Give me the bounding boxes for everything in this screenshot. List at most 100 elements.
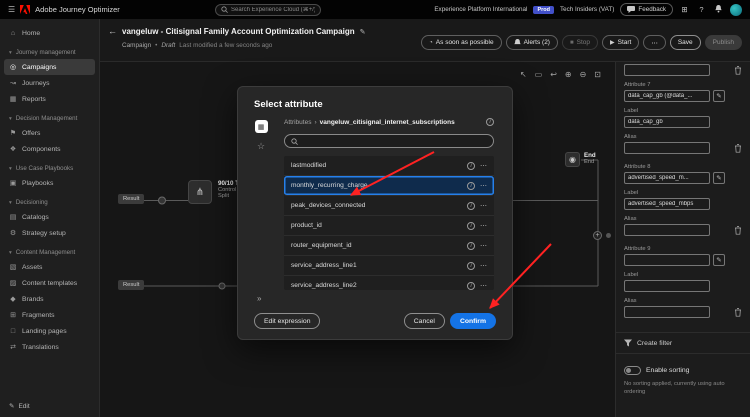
hamburger-menu-icon[interactable]: ☰: [8, 5, 15, 14]
sidebar-section-decisioning[interactable]: ▾ Decisioning: [4, 196, 95, 209]
sidebar-item-home[interactable]: ⌂ Home: [4, 25, 95, 41]
info-icon[interactable]: i: [486, 118, 494, 126]
sidebar-item-fragments[interactable]: ⊞ Fragments: [4, 307, 95, 323]
alias-field[interactable]: [624, 224, 710, 236]
apps-icon[interactable]: ⊞: [679, 5, 690, 14]
favorites-star-icon[interactable]: ☆: [257, 141, 265, 152]
sidebar-item-offers[interactable]: ⚑ Offers: [4, 125, 95, 141]
sidebar-item-strategy-setup[interactable]: ⚙ Strategy setup: [4, 225, 95, 241]
attribute-picker-icon[interactable]: ✎: [713, 90, 725, 102]
sidebar-section-content-management[interactable]: ▾ Content Management: [4, 246, 95, 259]
feedback-button[interactable]: Feedback: [620, 3, 673, 16]
marquee-tool-icon[interactable]: ▭: [535, 70, 543, 79]
label-field[interactable]: [624, 198, 710, 210]
label-field[interactable]: [624, 280, 710, 292]
attribute-row[interactable]: service_address_line1 i ⋯: [284, 256, 494, 276]
attribute-search-input[interactable]: [302, 137, 487, 145]
attribute-row[interactable]: lastmodified i ⋯: [284, 156, 494, 176]
global-search-input[interactable]: [231, 6, 315, 13]
sidebar-item-journeys[interactable]: ↝ Journeys: [4, 75, 95, 91]
sidebar-item-playbooks[interactable]: ▣ Playbooks: [4, 175, 95, 191]
fit-to-screen-icon[interactable]: ⊡: [594, 70, 601, 79]
alias-field[interactable]: [624, 64, 710, 76]
clock-icon: ◔: [429, 39, 433, 46]
result-node[interactable]: Result: [118, 280, 145, 290]
sidebar-item-reports[interactable]: ▦ Reports: [4, 91, 95, 107]
add-node-button[interactable]: +: [593, 231, 602, 240]
sidebar-section-journey-management[interactable]: ▾ Journey management: [4, 46, 95, 59]
sidebar-item-brands[interactable]: ◆ Brands: [4, 291, 95, 307]
info-icon[interactable]: i: [467, 221, 475, 230]
info-icon[interactable]: i: [467, 201, 475, 210]
attribute-value-field[interactable]: [624, 90, 710, 102]
pointer-tool-icon[interactable]: ↖: [520, 70, 527, 79]
sidebar-item-components[interactable]: ❖ Components: [4, 141, 95, 157]
attribute-row[interactable]: peak_devices_connected i ⋯: [284, 196, 494, 216]
attribute-value-field[interactable]: [624, 254, 710, 266]
org-switcher[interactable]: Experience Platform International: [434, 6, 527, 13]
info-icon[interactable]: i: [467, 181, 475, 190]
cancel-button[interactable]: Cancel: [403, 313, 445, 329]
undo-icon[interactable]: ↩: [550, 70, 557, 79]
alerts-button[interactable]: Alerts (2): [505, 35, 558, 50]
sidebar-item-landing-pages[interactable]: □ Landing pages: [4, 323, 95, 339]
info-icon[interactable]: i: [467, 281, 475, 290]
info-icon[interactable]: i: [467, 161, 475, 170]
sidebar-item-campaigns[interactable]: ◎ Campaigns: [4, 59, 95, 75]
more-icon[interactable]: ⋯: [480, 162, 487, 170]
sidebar-item-catalogs[interactable]: ▤ Catalogs: [4, 209, 95, 225]
schedule-button[interactable]: ◔ As soon as possible: [421, 35, 502, 50]
attribute-picker-icon[interactable]: ✎: [713, 254, 725, 266]
more-icon[interactable]: ⋯: [480, 262, 487, 270]
attributes-tab-icon[interactable]: ▦: [254, 120, 268, 133]
edit-title-icon[interactable]: ✎: [360, 28, 366, 36]
alias-field[interactable]: [624, 306, 710, 318]
attribute-row-selected[interactable]: monthly_recurring_charge i ⋯: [284, 176, 494, 196]
info-icon[interactable]: i: [467, 261, 475, 270]
attribute-value-field[interactable]: [624, 172, 710, 184]
result-node[interactable]: Result: [118, 194, 145, 204]
trash-icon[interactable]: [734, 307, 742, 317]
attribute-search[interactable]: [284, 134, 494, 148]
sandbox-switcher[interactable]: Tech Insiders (VAT): [560, 6, 614, 13]
more-icon: ⋯: [651, 39, 658, 47]
more-icon[interactable]: ⋯: [480, 282, 487, 290]
sidebar-item-content-templates[interactable]: ▨ Content templates: [4, 275, 95, 291]
more-icon[interactable]: ⋯: [480, 242, 487, 250]
attribute-picker-icon[interactable]: ✎: [713, 172, 725, 184]
more-icon[interactable]: ⋯: [480, 222, 487, 230]
zoom-out-icon[interactable]: ⊖: [580, 70, 587, 79]
attribute-row[interactable]: service_address_line2 i ⋯: [284, 276, 494, 290]
more-icon[interactable]: ⋯: [480, 202, 487, 210]
end-node[interactable]: ◉ End End: [565, 152, 596, 167]
trash-icon[interactable]: [734, 225, 742, 235]
help-icon[interactable]: ?: [696, 5, 707, 14]
sidebar-item-translations[interactable]: ⇄ Translations: [4, 339, 95, 355]
edit-pins-button[interactable]: ✎ Edit: [4, 399, 95, 413]
more-actions-button[interactable]: ⋯: [643, 35, 666, 50]
breadcrumb-root[interactable]: Attributes: [284, 119, 311, 126]
back-arrow-icon[interactable]: ←: [108, 26, 117, 36]
create-filter-button[interactable]: Create filter: [616, 332, 750, 354]
sidebar-item-assets[interactable]: ▧ Assets: [4, 259, 95, 275]
attribute-row[interactable]: router_equipment_id i ⋯: [284, 236, 494, 256]
start-button[interactable]: ▶ Start: [601, 35, 640, 50]
edit-expression-button[interactable]: Edit expression: [254, 313, 321, 329]
save-button[interactable]: Save: [669, 35, 701, 50]
label-field[interactable]: [624, 116, 710, 128]
trash-icon[interactable]: [734, 143, 742, 153]
sidebar-section-decision-management[interactable]: ▾ Decision Management: [4, 112, 95, 125]
sidebar-section-use-case-playbooks[interactable]: ▾ Use Case Playbooks: [4, 162, 95, 175]
alias-field[interactable]: [624, 142, 710, 154]
confirm-button[interactable]: Confirm: [449, 313, 496, 329]
attribute-row[interactable]: product_id i ⋯: [284, 216, 494, 236]
zoom-in-icon[interactable]: ⊕: [565, 70, 572, 79]
avatar[interactable]: [730, 3, 742, 16]
global-search[interactable]: [215, 3, 321, 16]
collapse-rail-icon[interactable]: »: [257, 294, 261, 303]
bell-icon[interactable]: [713, 4, 724, 15]
enable-sorting-toggle[interactable]: [624, 366, 641, 375]
trash-icon[interactable]: [734, 65, 742, 75]
info-icon[interactable]: i: [467, 241, 475, 250]
more-icon[interactable]: ⋯: [480, 182, 487, 190]
